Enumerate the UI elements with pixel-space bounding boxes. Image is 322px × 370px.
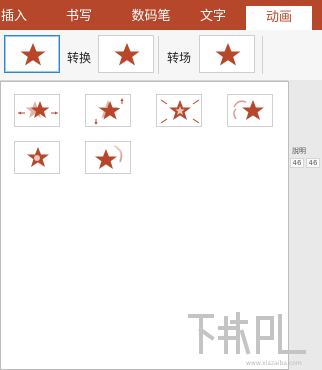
star-icon [160,99,200,124]
watermark-url: www.xiazaiba.com [246,360,302,367]
tab-text[interactable]: 文字 [192,0,234,30]
transition-effect-button[interactable] [98,35,154,73]
animation-ribbon: 转换 转场 [0,30,322,81]
tab-write[interactable]: 书写 [58,0,100,30]
ribbon-divider [262,36,263,74]
tab-digital-pen[interactable]: 数码笔 [120,0,182,30]
star-icon [114,43,140,66]
transition-label[interactable]: 转换 [67,49,91,66]
star-icon [27,147,49,167]
animation-effect-5[interactable] [14,141,60,174]
animation-effect-2[interactable] [85,94,131,127]
star-icon [233,100,264,120]
ribbon-divider [158,36,159,74]
tab-insert[interactable]: 插入 [0,0,28,30]
star-icon [94,98,124,125]
background-cell: 46 [290,158,304,168]
ribbon-tab-bar: 插入 书写 数码笔 文字 动画 [0,0,322,30]
animation-effect-4[interactable] [227,94,273,127]
star-icon [20,43,46,66]
watermark-logo [188,312,306,355]
animation-effect-button[interactable] [4,35,60,73]
star-icon [215,43,241,66]
background-header-label: 說明 [292,147,306,155]
star-icon [95,145,123,169]
star-icon [18,101,58,118]
scene-change-effect-button[interactable] [199,35,255,73]
scene-change-label[interactable]: 转场 [167,49,191,66]
background-cell: 46 [306,158,320,168]
animation-effect-1[interactable] [14,94,60,127]
animation-effect-3[interactable] [156,94,202,127]
animation-effect-6[interactable] [85,141,131,174]
tab-animation[interactable]: 动画 [246,6,312,30]
